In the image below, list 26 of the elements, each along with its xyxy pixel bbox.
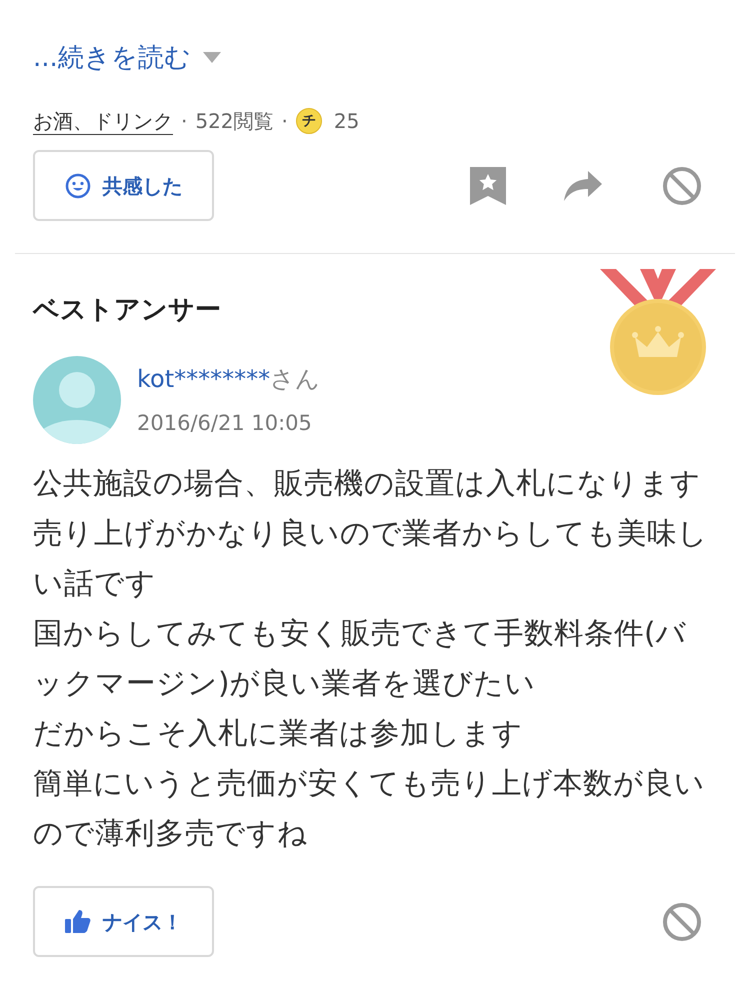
view-count: 522閲覧 bbox=[195, 108, 274, 135]
smiley-icon bbox=[64, 172, 90, 198]
block-icon[interactable] bbox=[662, 902, 702, 942]
answer-paragraph: 国からしてみても安く販売できて手数料条件(バックマージン)が良い業者を選びたい bbox=[33, 615, 688, 702]
separator-dot: · bbox=[282, 108, 288, 135]
coin-badge: チ bbox=[296, 108, 322, 134]
honorific-text: さん bbox=[270, 365, 320, 393]
answer-paragraph: 公共施設の場合、販売機の設置は入札になります bbox=[33, 465, 702, 502]
empathy-button[interactable]: 共感した bbox=[33, 150, 214, 221]
nice-button[interactable]: ナイス！ bbox=[33, 886, 214, 957]
thumbs-up-icon bbox=[64, 910, 90, 934]
coin-count: 25 bbox=[334, 108, 360, 135]
section-heading: ベストアンサー bbox=[33, 294, 222, 327]
answer-date: 2016/6/21 10:05 bbox=[137, 410, 313, 437]
read-more-link[interactable]: ...続きを読む bbox=[33, 38, 191, 78]
block-icon[interactable] bbox=[662, 166, 702, 206]
share-icon[interactable] bbox=[564, 170, 602, 200]
category-link[interactable]: お酒、ドリンク bbox=[33, 108, 173, 134]
user-name-link[interactable]: kot******** bbox=[137, 365, 270, 393]
answer-paragraph: 売り上げがかなり良いので業者からしても美味しい話です bbox=[33, 515, 709, 602]
separator-dot: · bbox=[181, 108, 188, 135]
answer-paragraph: だからこそ入札に業者は参加します bbox=[33, 715, 524, 752]
caret-icon bbox=[202, 52, 221, 64]
medal-icon bbox=[600, 269, 716, 395]
answer-paragraph: 簡単にいうと売価が安くても売り上げ本数が良いので薄利多売ですね bbox=[33, 765, 706, 852]
bookmark-icon[interactable] bbox=[470, 166, 506, 204]
